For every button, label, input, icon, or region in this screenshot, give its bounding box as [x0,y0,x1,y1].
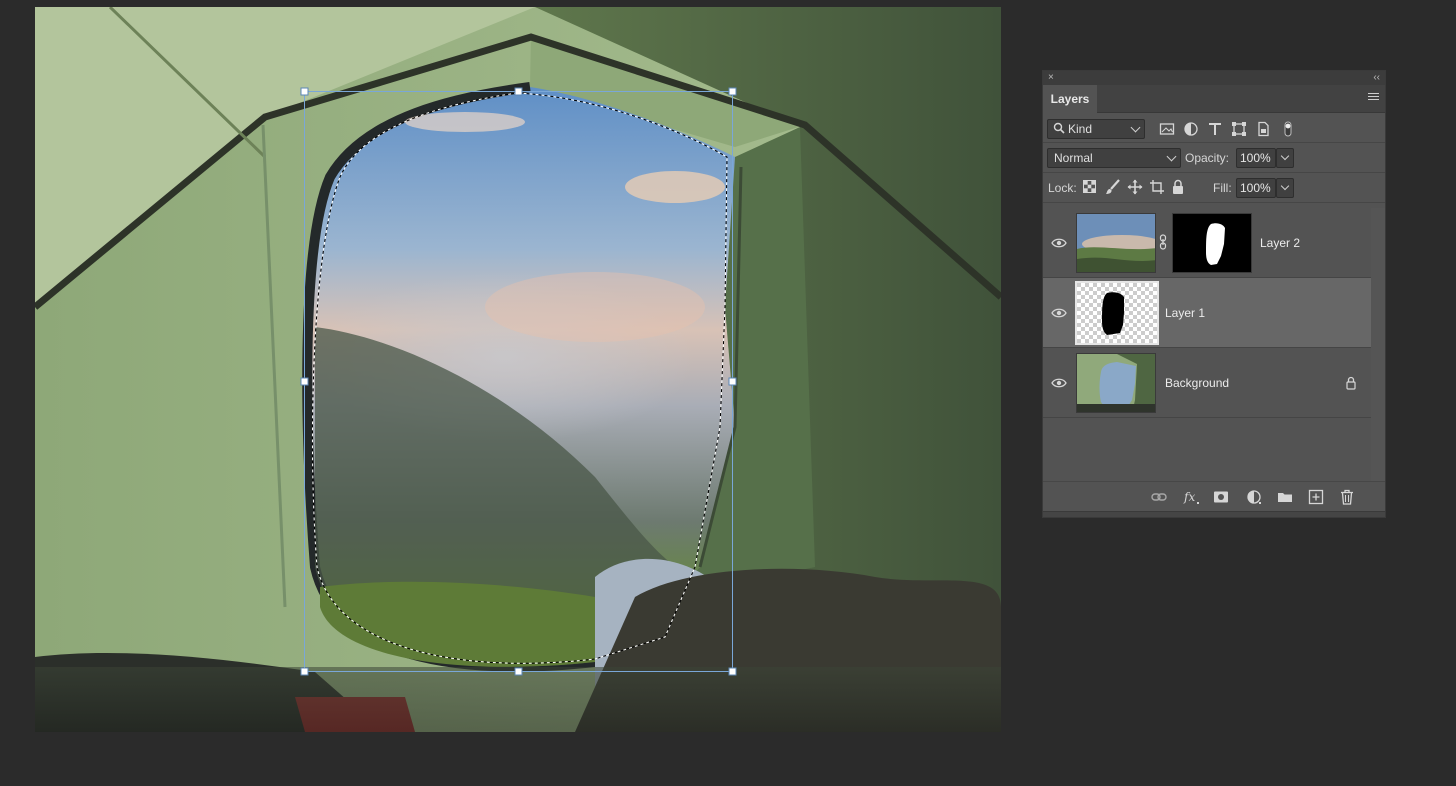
blend-row: Normal Opacity: 100% [1043,143,1385,173]
lock-row: Lock: Fill: 100% [1043,173,1385,203]
panel-footer: fx [1043,481,1385,511]
layers-panel: × ‹‹ Layers Kind Normal Opacity: 100% Lo… [1042,70,1386,518]
lock-transparent-pixels-icon[interactable] [1083,180,1096,193]
layer-name[interactable]: Layer 1 [1165,306,1205,320]
link-layers-icon[interactable] [1151,489,1167,505]
lock-position-icon[interactable] [1127,179,1143,195]
lock-artboard-icon[interactable] [1149,179,1165,195]
opacity-value: 100% [1240,151,1271,165]
panel-resize-grip[interactable] [1043,511,1385,517]
layer-thumbnail[interactable] [1075,281,1159,345]
image-filter-icon[interactable] [1159,121,1175,137]
collapse-panel-button[interactable]: ‹‹ [1373,73,1380,83]
fill-label: Fill: [1213,181,1232,195]
adjustment-filter-icon[interactable] [1183,121,1199,137]
add-mask-icon[interactable] [1213,489,1229,505]
opacity-label: Opacity: [1185,151,1230,165]
new-group-icon[interactable] [1277,489,1293,505]
fx-icon[interactable]: fx [1183,489,1201,505]
svg-text:fx: fx [1183,490,1195,504]
panel-tab-bar: Layers [1043,85,1385,113]
tab-layers[interactable]: Layers [1043,85,1097,113]
document-canvas[interactable] [35,7,1001,732]
layer-list-scrollbar[interactable] [1371,208,1385,481]
blend-mode-select[interactable]: Normal [1047,148,1181,168]
lock-label: Lock: [1048,181,1077,195]
document-image [35,7,1001,732]
lock-all-icon[interactable] [1171,179,1185,195]
opacity-field[interactable]: 100% [1236,148,1294,168]
blend-mode-value: Normal [1054,151,1093,165]
layer-row-layer-1[interactable]: Layer 1 [1043,278,1371,348]
smart-object-filter-icon[interactable] [1255,121,1271,137]
layer-thumbnail[interactable] [1076,213,1156,273]
search-icon [1053,122,1065,134]
filter-kind-select[interactable]: Kind [1047,119,1145,139]
adjustment-layer-icon[interactable] [1246,489,1262,505]
type-filter-icon[interactable] [1207,121,1223,137]
trash-icon[interactable] [1339,489,1355,505]
opacity-dropdown-button[interactable] [1276,148,1294,168]
layer-lock-icon[interactable] [1345,376,1357,390]
filter-kind-label: Kind [1068,122,1093,136]
layer-thumbnail[interactable] [1076,353,1156,413]
fill-dropdown-button[interactable] [1276,178,1294,198]
filter-toggle-icon[interactable] [1283,121,1293,137]
layer-name[interactable]: Background [1165,376,1229,390]
layer-mask-thumbnail[interactable] [1172,213,1252,273]
fill-field[interactable]: 100% [1236,178,1294,198]
close-panel-button[interactable]: × [1048,73,1054,83]
mask-link-icon[interactable] [1158,234,1168,250]
lock-image-pixels-icon[interactable] [1105,179,1121,195]
visibility-eye-icon[interactable] [1051,237,1067,249]
layer-row-layer-2[interactable]: Layer 2 [1043,208,1371,278]
layer-list: Layer 2 Layer 1 Background [1043,208,1371,481]
panel-title-bar: × ‹‹ [1043,71,1385,85]
filter-row: Kind [1043,113,1385,143]
layer-row-background[interactable]: Background [1043,348,1371,418]
visibility-eye-icon[interactable] [1051,377,1067,389]
fill-value: 100% [1240,181,1271,195]
layer-name[interactable]: Layer 2 [1260,236,1300,250]
visibility-eye-icon[interactable] [1051,307,1067,319]
shape-filter-icon[interactable] [1231,121,1247,137]
new-layer-icon[interactable] [1308,489,1324,505]
panel-menu-icon[interactable] [1368,93,1379,103]
